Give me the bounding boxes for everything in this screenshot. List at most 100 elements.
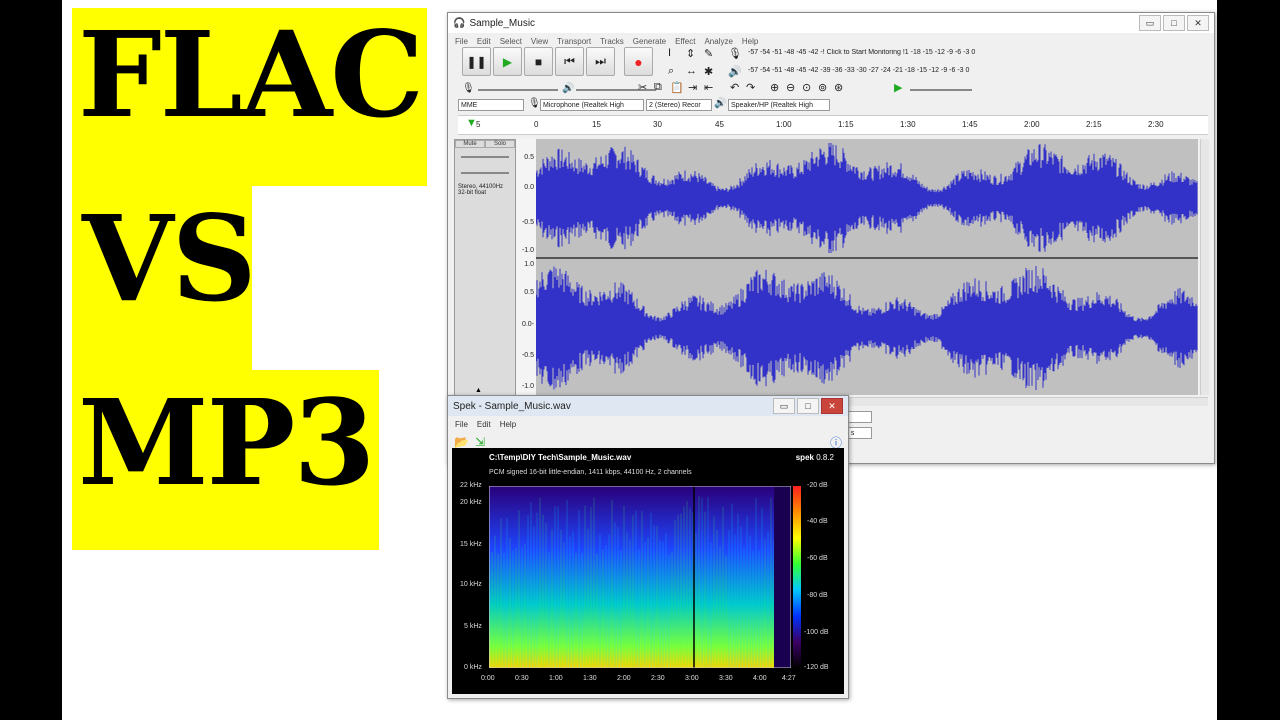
spek-menubar: File Edit Help: [448, 416, 848, 432]
multi-tool-icon[interactable]: ✱: [704, 65, 713, 78]
maximize-button[interactable]: □: [1163, 15, 1185, 31]
play-speed-slider[interactable]: [910, 89, 972, 91]
draw-tool-icon[interactable]: ✎: [704, 47, 713, 60]
close-button[interactable]: ✕: [1187, 15, 1209, 31]
timeline-tick: 2:00: [1024, 120, 1040, 129]
pan-slider[interactable]: [461, 172, 509, 174]
time-label: 4:00: [753, 675, 767, 682]
time-label: 0:00: [481, 675, 495, 682]
menu-effect[interactable]: Effect: [675, 37, 695, 46]
vertical-scrollbar[interactable]: [1200, 139, 1209, 395]
spek-brand: spek 0.8.2: [796, 453, 834, 462]
zoom-in-icon[interactable]: ⊕: [770, 81, 779, 94]
time-label: 4:27: [782, 675, 796, 682]
db-label: -20 dB: [807, 482, 828, 489]
amp-label: 0.5: [524, 289, 534, 296]
spek-close-button[interactable]: ✕: [821, 398, 843, 414]
amp-label: 0.0-: [521, 321, 534, 328]
track-buttons: Mute Solo: [455, 140, 515, 148]
menu-edit[interactable]: Edit: [477, 37, 491, 46]
paste-icon[interactable]: 📋: [670, 81, 684, 94]
time-label: 1:30: [583, 675, 597, 682]
menu-help[interactable]: Help: [742, 37, 758, 46]
host-select[interactable]: MME: [458, 99, 524, 111]
selection-tool-icon[interactable]: I: [668, 47, 671, 59]
fit-project-icon[interactable]: ⊚: [818, 81, 827, 94]
skip-end-button[interactable]: ⏭: [586, 47, 615, 76]
envelope-tool-icon[interactable]: ⇕: [686, 47, 695, 60]
amp-label: 1.0: [524, 261, 534, 268]
redo-icon[interactable]: ↷: [746, 81, 755, 94]
freq-label: 5 kHz: [464, 623, 482, 630]
amplitude-axis: 0.5 0.0 -0.5 -1.0 1.0 0.5 0.0- -0.5 -1.0: [516, 139, 536, 395]
save-icon[interactable]: ⇲: [475, 435, 485, 449]
zoom-toggle-icon[interactable]: ⊛: [834, 81, 843, 94]
timeline-tick: 1:45: [962, 120, 978, 129]
spek-file-path: C:\Temp\DIY Tech\Sample_Music.wav: [489, 453, 632, 462]
menu-generate[interactable]: Generate: [633, 37, 666, 46]
spek-titlebar: Spek - Sample_Music.wav ▭ □ ✕: [448, 396, 848, 416]
timeline-ruler[interactable]: ▼ 5 0 15 30 45 1:00 1:15 1:30 1:45 2:00 …: [458, 115, 1208, 135]
time-label: 2:00: [617, 675, 631, 682]
gain-slider[interactable]: [461, 156, 509, 158]
undo-icon[interactable]: ↶: [730, 81, 739, 94]
menu-select[interactable]: Select: [500, 37, 522, 46]
speaker-device-icon: 🔊: [714, 98, 727, 109]
skip-start-button[interactable]: ⏮: [555, 47, 584, 76]
solo-button[interactable]: Solo: [485, 140, 515, 148]
spek-title: Spek - Sample_Music.wav: [453, 400, 571, 412]
timeshift-tool-icon[interactable]: ↔: [686, 65, 697, 77]
cut-icon[interactable]: ✂: [638, 81, 647, 94]
menu-analyze[interactable]: Analyze: [704, 37, 732, 46]
play-button[interactable]: ▶: [493, 47, 522, 76]
silence-icon[interactable]: ⇤: [704, 81, 713, 94]
freq-label: 0 kHz: [464, 664, 482, 671]
amp-label: -0.5: [521, 219, 534, 226]
menu-transport[interactable]: Transport: [557, 37, 591, 46]
spek-minimize-button[interactable]: ▭: [773, 398, 795, 414]
minimize-button[interactable]: ▭: [1139, 15, 1161, 31]
fit-selection-icon[interactable]: ⊙: [802, 81, 811, 94]
copy-icon[interactable]: ⧉: [654, 81, 662, 94]
open-file-icon[interactable]: 📂: [454, 435, 469, 449]
spek-menu-edit[interactable]: Edit: [477, 420, 491, 429]
trim-icon[interactable]: ⇥: [688, 81, 697, 94]
recording-device-select[interactable]: Microphone (Realtek High: [540, 99, 644, 111]
collapse-track-icon[interactable]: ▲: [475, 387, 482, 394]
spek-menu-help[interactable]: Help: [500, 420, 516, 429]
menu-file[interactable]: File: [455, 37, 468, 46]
title-word-flac: FLAC: [78, 5, 424, 144]
timeline-tick: 2:30: [1148, 120, 1164, 129]
record-volume-slider[interactable]: [478, 89, 558, 91]
spek-menu-file[interactable]: File: [455, 420, 468, 429]
timeline-tick: 45: [715, 120, 724, 129]
db-label: -100 dB: [804, 629, 829, 636]
timeline-tick: 2:15: [1086, 120, 1102, 129]
waveform-display[interactable]: [536, 139, 1198, 395]
pause-button[interactable]: ❚❚: [462, 47, 491, 76]
spek-window: Spek - Sample_Music.wav ▭ □ ✕ File Edit …: [447, 395, 849, 699]
stop-button[interactable]: ■: [524, 47, 553, 76]
freq-label: 20 kHz: [460, 499, 482, 506]
speaker-volume-icon: 🔊: [562, 83, 575, 94]
db-label: -120 dB: [804, 664, 829, 671]
zoom-out-icon[interactable]: ⊖: [786, 81, 795, 94]
audacity-titlebar: 🎧 Sample_Music ▭ □ ✕: [448, 13, 1214, 33]
channels-select[interactable]: 2 (Stereo) Recor: [646, 99, 712, 111]
record-meter[interactable]: -57 -54 -51 -48 -45 -42 -! Click to Star…: [748, 49, 1006, 56]
mute-button[interactable]: Mute: [455, 140, 485, 148]
playback-device-select[interactable]: Speaker/HP (Realtek High: [728, 99, 830, 111]
spectrogram-image[interactable]: [489, 486, 791, 668]
time-label: 2:30: [651, 675, 665, 682]
zoom-tool-icon[interactable]: ⌕: [668, 65, 674, 78]
time-label: 3:00: [685, 675, 699, 682]
spek-maximize-button[interactable]: □: [797, 398, 819, 414]
menu-tracks[interactable]: Tracks: [600, 37, 624, 46]
timeline-tick: 15: [592, 120, 601, 129]
mic-meter-icon: 🎙: [728, 48, 742, 60]
mic-device-icon: 🎙: [528, 98, 541, 109]
record-button[interactable]: ●: [624, 47, 653, 76]
menu-view[interactable]: View: [531, 37, 548, 46]
play-at-speed-icon[interactable]: ▶: [894, 81, 902, 94]
playback-meter[interactable]: -57 -54 -51 -48 -45 -42 -39 -36 -33 -30 …: [748, 67, 1006, 74]
